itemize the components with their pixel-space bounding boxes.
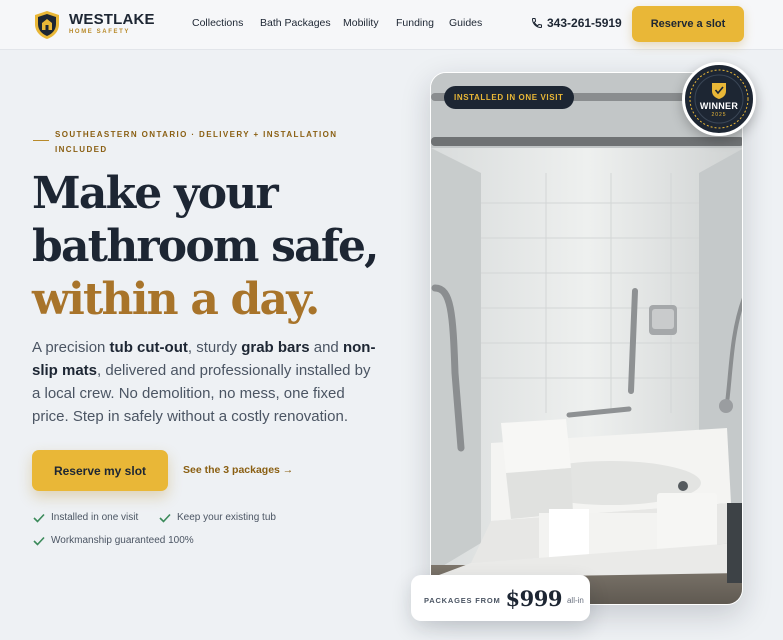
price-label: PACKAGES FROM xyxy=(424,595,501,605)
price-card: PACKAGES FROM $999 all-in xyxy=(411,575,590,621)
phone-icon xyxy=(531,18,542,29)
phone-number[interactable]: 343-261-5919 xyxy=(547,16,622,30)
nav-link-funding[interactable]: Funding xyxy=(396,17,434,29)
award-year: 2025 xyxy=(711,112,727,118)
site-header: WESTLAKE HOME SAFETY Collections Bath Pa… xyxy=(0,0,783,50)
feature-check-item: Keep your existing tub xyxy=(159,512,276,523)
lead-text: A precision xyxy=(32,339,110,356)
check-icon xyxy=(159,513,171,523)
feature-check-label: Keep your existing tub xyxy=(177,512,276,523)
award-title: WINNER xyxy=(699,101,739,111)
bathroom-illustration xyxy=(431,73,742,604)
eyebrow-rule xyxy=(33,140,49,141)
nav-link-collections[interactable]: Collections xyxy=(192,17,243,29)
check-icon xyxy=(33,536,45,546)
see-packages-link[interactable]: See the 3 packages → xyxy=(183,464,293,476)
headline-line-2: bathroom safe, xyxy=(32,221,379,272)
nav-link-guides[interactable]: Guides xyxy=(449,17,482,29)
reserve-my-slot-button[interactable]: Reserve my slot xyxy=(32,450,168,491)
lead-text: , sturdy xyxy=(187,339,242,356)
reserve-slot-button[interactable]: Reserve a slot xyxy=(632,6,744,42)
price-note: all-in xyxy=(566,595,584,605)
shield-logo-icon[interactable] xyxy=(33,10,61,40)
lead-text: and xyxy=(309,339,343,356)
feature-check-label: Installed in one visit xyxy=(51,512,139,523)
feature-check-label: Workmanship guaranteed 100% xyxy=(51,535,194,546)
nav-link-mobility[interactable]: Mobility xyxy=(343,17,379,29)
brand-tagline: HOME SAFETY xyxy=(69,29,130,35)
headline-accent: within a day. xyxy=(32,274,320,325)
award-badge: WINNER 2025 xyxy=(682,62,756,136)
lead-emphasis: tub cut-out xyxy=(109,339,188,356)
hero-headline: Make your bathroom safe, within a day. xyxy=(32,167,422,326)
feature-check-item: Installed in one visit xyxy=(33,512,138,523)
award-badge-icon xyxy=(689,69,749,129)
headline-line-1: Make your xyxy=(32,168,279,219)
brand-name[interactable]: WESTLAKE xyxy=(69,11,155,28)
installed-badge: INSTALLED IN ONE VISIT xyxy=(444,86,574,109)
phone-link[interactable]: 343-261-5919 xyxy=(531,16,622,30)
bathroom-photo xyxy=(430,72,743,605)
price-value: $999 xyxy=(505,585,563,611)
hero-description: A precision tub cut-out, sturdy grab bar… xyxy=(32,336,377,428)
check-icon xyxy=(33,513,45,523)
feature-check-item: Workmanship guaranteed 100% xyxy=(33,535,194,546)
nav-link-bath-packages[interactable]: Bath Packages xyxy=(260,17,331,29)
lead-emphasis: grab bars xyxy=(241,339,310,356)
hero-eyebrow: SOUTHEASTERN ONTARIO · DELIVERY + INSTAL… xyxy=(55,130,338,154)
